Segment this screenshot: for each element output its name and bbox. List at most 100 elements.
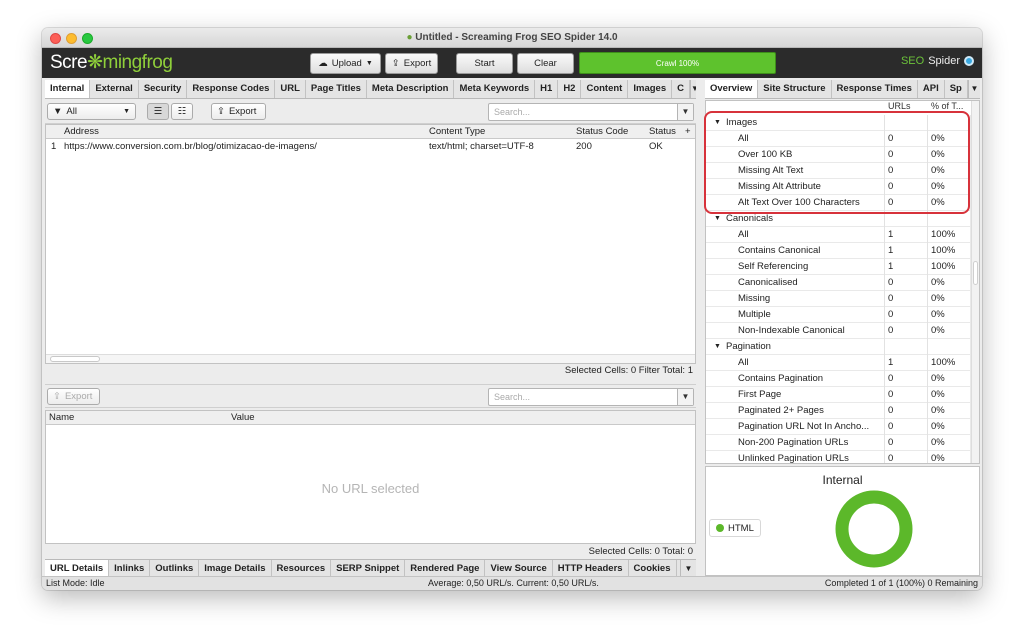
tab-internal[interactable]: Internal: [45, 80, 91, 98]
tab-overview[interactable]: Overview: [705, 80, 759, 98]
tree-row-percent: 0%: [931, 421, 945, 432]
tree-row[interactable]: Unlinked Pagination URLs 0 0%: [706, 451, 971, 463]
filter-value: All: [66, 106, 77, 117]
column-divider: [927, 307, 928, 323]
clear-label: Clear: [534, 58, 557, 69]
status-speed: Average: 0,50 URL/s. Current: 0,50 URL/s…: [428, 578, 599, 588]
tab-meta-keywords[interactable]: Meta Keywords: [454, 80, 536, 98]
status-bar: List Mode: Idle Average: 0,50 URL/s. Cur…: [42, 576, 982, 590]
tree-row-percent: 100%: [931, 357, 956, 368]
table-export-button[interactable]: ⇪ Export: [211, 103, 266, 120]
tab-c[interactable]: C: [672, 80, 690, 98]
tree-section-label: Pagination: [726, 341, 771, 352]
logo-text-a: Scre: [50, 52, 88, 73]
chevron-down-icon: ▼: [365, 60, 373, 67]
filter-select[interactable]: ▼ All ▼: [47, 103, 136, 120]
tree-row-label: Paginated 2+ Pages: [738, 405, 824, 416]
tree-row-percent: 100%: [931, 229, 956, 240]
tree-row-urls: 0: [888, 405, 894, 416]
chevron-down-icon[interactable]: ▼: [677, 389, 693, 405]
vertical-scrollbar[interactable]: [971, 101, 979, 463]
tree-row[interactable]: Paginated 2+ Pages 0 0%: [706, 403, 971, 419]
details-export-button[interactable]: ⇪ Export: [47, 388, 100, 405]
column-content-type[interactable]: Content Type: [429, 125, 485, 138]
tree-view-button[interactable]: ☷: [171, 103, 193, 120]
tab-response-times[interactable]: Response Times: [832, 80, 918, 98]
tab-page-titles[interactable]: Page Titles: [306, 80, 367, 98]
zoom-window-button[interactable]: [82, 33, 93, 44]
tree-row[interactable]: Missing 0 0%: [706, 291, 971, 307]
tab-images[interactable]: Images: [628, 80, 673, 98]
expand-triangle-icon[interactable]: ▼: [714, 339, 721, 354]
tab-meta-description[interactable]: Meta Description: [367, 80, 455, 98]
column-status-code[interactable]: Status Code: [576, 125, 628, 138]
tab-sp[interactable]: Sp: [945, 80, 968, 98]
details-status: Selected Cells: 0 Total: 0: [588, 546, 693, 557]
tab-h2[interactable]: H2: [558, 80, 582, 98]
column-divider: [884, 419, 885, 435]
tree-row[interactable]: Non-Indexable Canonical 0 0%: [706, 323, 971, 339]
tree-row[interactable]: Self Referencing 1 100%: [706, 259, 971, 275]
column-divider: [884, 323, 885, 339]
add-column-icon[interactable]: +: [685, 125, 691, 138]
export-label: Export: [403, 58, 432, 69]
column-urls[interactable]: URLs: [888, 101, 911, 111]
tree-row[interactable]: Canonicalised 0 0%: [706, 275, 971, 291]
tab-url[interactable]: URL: [275, 80, 306, 98]
export-button[interactable]: ⇪ Export: [385, 53, 438, 74]
tree-row-urls: 0: [888, 309, 894, 320]
tab-external[interactable]: External: [90, 80, 139, 98]
column-divider: [884, 451, 885, 463]
chevron-down-icon[interactable]: ▼: [677, 104, 693, 120]
column-address[interactable]: Address: [64, 125, 99, 138]
horizontal-scrollbar[interactable]: [46, 354, 695, 363]
details-search-placeholder: Search...: [494, 392, 531, 402]
column-divider: [927, 387, 928, 403]
tree-row[interactable]: Non-200 Pagination URLs 0 0%: [706, 435, 971, 451]
column-value[interactable]: Value: [231, 411, 255, 424]
tree-row[interactable]: All 1 100%: [706, 227, 971, 243]
column-divider: [884, 403, 885, 419]
scrollbar-thumb[interactable]: [973, 261, 978, 285]
tree-row[interactable]: Contains Pagination 0 0%: [706, 371, 971, 387]
clear-button[interactable]: Clear: [517, 53, 574, 74]
tab-security[interactable]: Security: [139, 80, 188, 98]
tab-overflow-chevron-icon[interactable]: ▼: [967, 80, 980, 98]
scrollbar-thumb[interactable]: [50, 356, 100, 362]
tree-row[interactable]: All 1 100%: [706, 355, 971, 371]
crawl-progress-label: Crawl 100%: [655, 58, 700, 68]
tab-h1[interactable]: H1: [535, 80, 559, 98]
list-view-button[interactable]: ☰: [147, 103, 169, 120]
column-name[interactable]: Name: [49, 411, 74, 424]
close-window-button[interactable]: [50, 33, 61, 44]
tree-section-pagination[interactable]: ▼ Pagination: [706, 339, 971, 355]
tree-row-percent: 0%: [931, 405, 945, 416]
tab-site-structure[interactable]: Site Structure: [758, 80, 832, 98]
details-search-input[interactable]: Search... ▼: [488, 388, 694, 406]
column-status[interactable]: Status: [649, 125, 676, 138]
tab-overflow-chevron-icon[interactable]: ▼: [689, 80, 696, 98]
legend-swatch: [716, 524, 724, 532]
chevron-down-icon: ▼: [123, 108, 130, 115]
tree-row[interactable]: First Page 0 0%: [706, 387, 971, 403]
column-percent[interactable]: % of T...: [931, 101, 963, 111]
url-search-input[interactable]: Search... ▼: [488, 103, 694, 121]
main-toolbar: Scre❋mingfrog ☁ Upload ▼ ⇪ Export Start Cle…: [42, 48, 982, 78]
minimize-window-button[interactable]: [66, 33, 77, 44]
table-row[interactable]: 1 https://www.conversion.com.br/blog/oti…: [46, 140, 695, 153]
tree-view-icon: ☷: [177, 106, 187, 117]
tree-row[interactable]: Contains Canonical 1 100%: [706, 243, 971, 259]
tree-row[interactable]: Pagination URL Not In Ancho... 0 0%: [706, 419, 971, 435]
tab-response-codes[interactable]: Response Codes: [187, 80, 276, 98]
start-button[interactable]: Start: [456, 53, 513, 74]
column-divider: [927, 323, 928, 339]
column-divider: [927, 259, 928, 275]
tree-row[interactable]: Multiple 0 0%: [706, 307, 971, 323]
cell-status-code: 200: [576, 141, 592, 152]
tab-content[interactable]: Content: [581, 80, 629, 98]
spider-label: Spider: [928, 55, 960, 67]
upload-button[interactable]: ☁ Upload ▼: [310, 53, 381, 74]
empty-state-message: No URL selected: [321, 481, 420, 496]
export-icon: ⇪: [53, 391, 61, 402]
tab-api[interactable]: API: [918, 80, 945, 98]
